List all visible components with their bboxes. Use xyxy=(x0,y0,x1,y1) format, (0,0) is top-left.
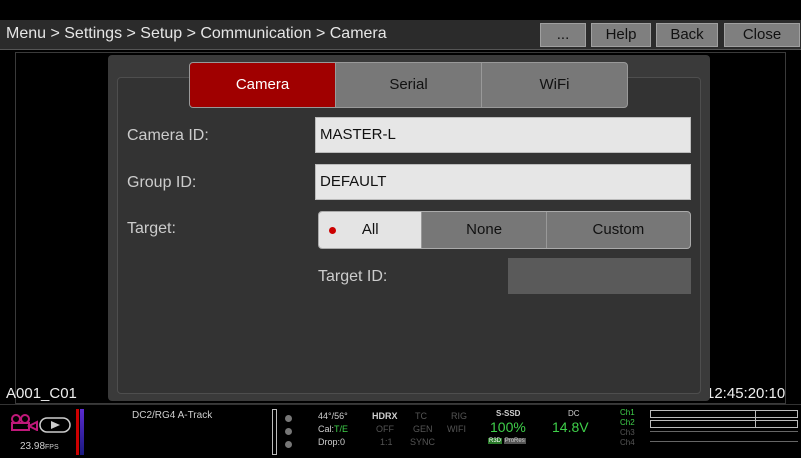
playback-icon[interactable] xyxy=(39,417,71,433)
hdrx-value: OFF xyxy=(376,424,394,434)
status-led-3 xyxy=(285,441,292,448)
shutter-angle: 44°/56° xyxy=(318,411,348,421)
tab-bar: Camera Serial WiFi xyxy=(189,62,628,108)
cal-readout: Cal:T/E xyxy=(318,424,348,434)
camera-id-field[interactable]: MASTER-L xyxy=(315,117,691,153)
gen-label: GEN xyxy=(413,424,433,434)
status-led-2 xyxy=(285,428,292,435)
back-button[interactable]: Back xyxy=(656,23,718,47)
audio-meter-divider-2 xyxy=(650,441,798,442)
level-meter xyxy=(272,409,277,455)
fps-value: 23.98 xyxy=(20,441,46,452)
tab-serial[interactable]: Serial xyxy=(335,63,481,107)
cal-label: Cal: xyxy=(318,424,335,434)
fps-readout: 23.98FPS xyxy=(20,441,59,452)
power-label: DC xyxy=(568,409,580,418)
clip-name: A001_C01 xyxy=(6,385,77,402)
wifi-label: WIFI xyxy=(447,424,466,434)
target-option-none[interactable]: None xyxy=(421,212,545,248)
target-id-label: Target ID: xyxy=(318,268,388,285)
sync-info: DC2/RG4 A-Track xyxy=(132,410,213,421)
audio-level-bar-blue xyxy=(80,409,84,455)
target-label: Target: xyxy=(127,220,176,237)
title-bar: Menu > Settings > Setup > Communication … xyxy=(0,20,801,50)
channel-4: Ch4 xyxy=(620,438,635,447)
close-button[interactable]: Close xyxy=(724,23,800,47)
target-option-custom[interactable]: Custom xyxy=(545,212,690,248)
channel-3: Ch3 xyxy=(620,428,635,437)
channel-1: Ch1 xyxy=(620,408,635,417)
status-led-1 xyxy=(285,415,292,422)
hdrx-ratio: 1:1 xyxy=(380,437,393,447)
audio-meter-ch1 xyxy=(650,410,798,418)
cal-value: T/E xyxy=(334,424,349,434)
group-id-label: Group ID: xyxy=(127,174,197,191)
tab-wifi[interactable]: WiFi xyxy=(481,63,627,107)
target-selector: All None Custom xyxy=(318,211,691,249)
format-tag-prores: ProRes xyxy=(503,438,526,444)
more-button[interactable]: ... xyxy=(540,23,586,47)
audio-meter-marker xyxy=(755,410,756,428)
fps-unit: FPS xyxy=(45,444,59,451)
group-id-field[interactable]: DEFAULT xyxy=(315,164,691,200)
rig-label: RIG xyxy=(451,411,468,421)
camera-record-icon[interactable] xyxy=(10,413,40,431)
media-percent: 100% xyxy=(490,419,526,435)
sync-label: SYNC xyxy=(410,437,436,447)
selected-indicator-icon xyxy=(329,227,336,234)
status-bar: 23.98FPS DC2/RG4 A-Track 44°/56° Cal:T/E… xyxy=(0,404,801,458)
hdrx-label: HDRX xyxy=(372,411,398,421)
audio-meter-divider xyxy=(650,431,798,432)
tab-camera[interactable]: Camera xyxy=(190,63,335,107)
audio-meter-ch2 xyxy=(650,420,798,428)
tc-label: TC xyxy=(415,411,427,421)
camera-id-label: Camera ID: xyxy=(127,127,209,144)
target-id-field[interactable] xyxy=(508,258,691,294)
format-tag-r3d: R3D xyxy=(488,438,503,444)
target-option-all-label: All xyxy=(361,221,379,238)
target-option-all[interactable]: All xyxy=(319,212,422,248)
media-label: S-SSD xyxy=(496,409,521,418)
help-button[interactable]: Help xyxy=(591,23,651,47)
media-format-tags: R3D ProRes xyxy=(488,438,526,444)
timecode: 12:45:20:10 xyxy=(706,385,786,402)
audio-level-bar-red xyxy=(76,409,79,455)
top-strip xyxy=(0,0,801,10)
drop-frames: Drop:0 xyxy=(318,437,346,447)
power-voltage: 14.8V xyxy=(552,419,589,435)
channel-2: Ch2 xyxy=(620,418,635,427)
breadcrumb: Menu > Settings > Setup > Communication … xyxy=(6,25,387,42)
